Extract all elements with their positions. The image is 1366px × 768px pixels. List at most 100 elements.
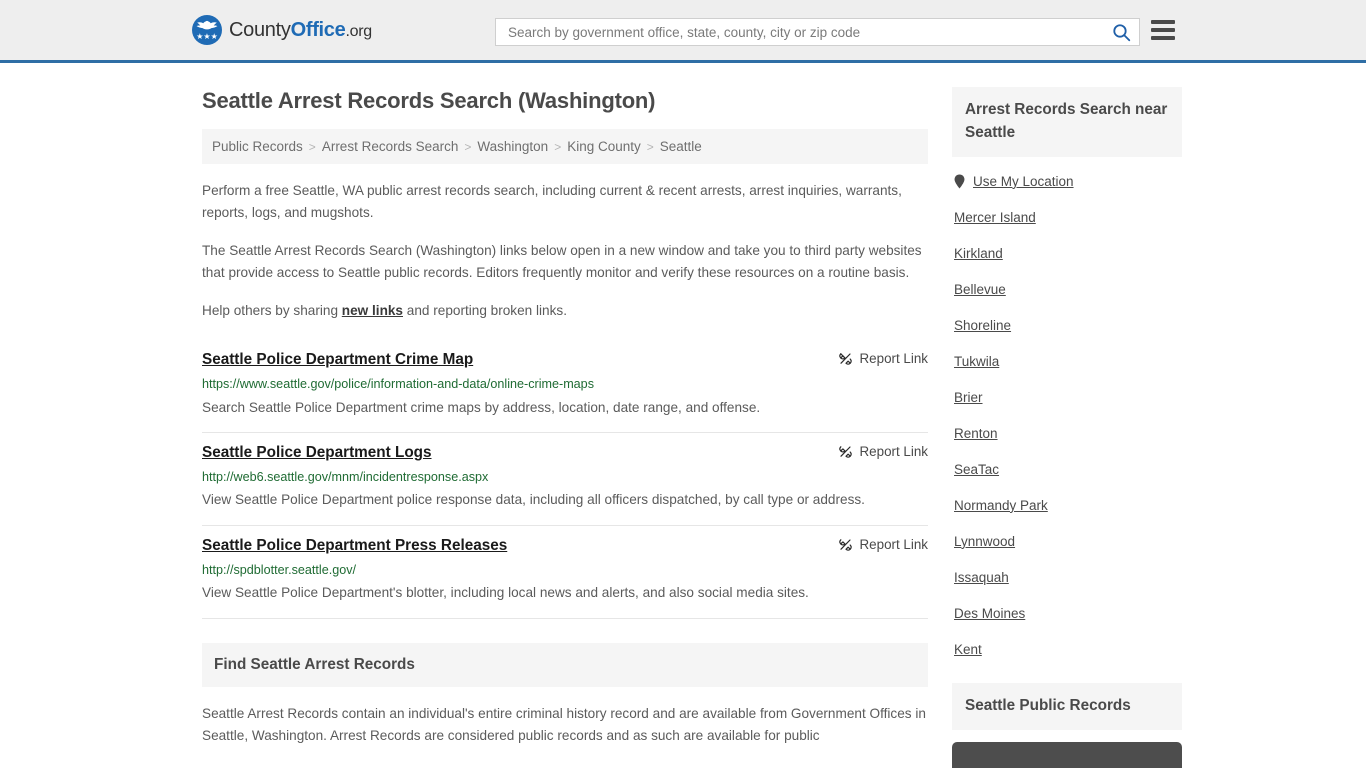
report-link-button[interactable]: Report Link [838, 443, 928, 459]
sidebar-item-renton[interactable]: Renton [954, 415, 1180, 451]
sidebar-city-link[interactable]: Normandy Park [954, 498, 1048, 513]
hamburger-bar-1 [1151, 20, 1175, 24]
sidebar-item-normandy-park[interactable]: Normandy Park [954, 487, 1180, 523]
breadcrumb: Public Records > Arrest Records Search >… [202, 129, 928, 164]
sidebar-item-des-moines[interactable]: Des Moines [954, 595, 1180, 631]
county-office-seal-icon: ★★★ [192, 15, 222, 45]
sidebar-item-bellevue[interactable]: Bellevue [954, 271, 1180, 307]
broken-link-icon [838, 353, 852, 365]
sidebar-item-tukwila[interactable]: Tukwila [954, 343, 1180, 379]
search-bar[interactable] [495, 18, 1140, 46]
report-link-label: Report Link [859, 536, 928, 552]
result-title-link[interactable]: Seattle Police Department Logs [202, 443, 432, 462]
share-text-after: and reporting broken links. [403, 303, 567, 319]
brand-wordmark: CountyOffice.org [229, 19, 372, 42]
report-link-button[interactable]: Report Link [838, 350, 928, 366]
result-item: Seattle Police Department Logs Report Li… [202, 433, 928, 526]
sidebar-city-link[interactable]: Brier [954, 390, 983, 405]
site-logo[interactable]: ★★★ CountyOffice.org [192, 15, 372, 45]
sidebar: Arrest Records Search near Seattle Use M… [952, 63, 1182, 768]
intro-paragraph-3: Help others by sharing new links and rep… [202, 300, 928, 322]
map-pin-icon [954, 174, 965, 189]
result-description: View Seattle Police Department police re… [202, 492, 865, 508]
sidebar-nearby-heading: Arrest Records Search near Seattle [965, 101, 1168, 141]
broken-link-icon [838, 539, 852, 551]
sidebar-item-kirkland[interactable]: Kirkland [954, 235, 1180, 271]
result-title-link[interactable]: Seattle Police Department Press Releases [202, 536, 507, 555]
sidebar-city-link[interactable]: Renton [954, 426, 998, 441]
use-my-location-link[interactable]: Use My Location [973, 174, 1074, 189]
search-icon [1113, 23, 1131, 41]
breadcrumb-item-public-records[interactable]: Public Records [212, 139, 303, 154]
result-header: Seattle Police Department Press Releases… [202, 536, 928, 555]
sidebar-city-link[interactable]: Bellevue [954, 282, 1006, 297]
sidebar-item-lynnwood[interactable]: Lynnwood [954, 523, 1180, 559]
sidebar-city-link[interactable]: Kent [954, 642, 982, 657]
result-title-link[interactable]: Seattle Police Department Crime Map [202, 350, 473, 369]
sidebar-nearby-header: Arrest Records Search near Seattle [952, 87, 1182, 157]
result-url[interactable]: http://spdblotter.seattle.gov/ [202, 562, 928, 578]
sidebar-public-records-button[interactable] [952, 741, 1182, 768]
sidebar-nearby-links: Use My Location Mercer Island Kirkland B… [952, 157, 1182, 667]
find-records-header: Find Seattle Arrest Records [202, 642, 928, 687]
search-button[interactable] [1110, 23, 1133, 42]
broken-link-icon [838, 446, 852, 458]
find-records-paragraph: Seattle Arrest Records contain an indivi… [202, 705, 926, 743]
report-link-label: Report Link [859, 444, 928, 460]
breadcrumb-separator-icon: > [464, 139, 472, 154]
sidebar-item-shoreline[interactable]: Shoreline [954, 307, 1180, 343]
brand-org-text: .org [345, 22, 372, 40]
result-url[interactable]: http://web6.seattle.gov/mnm/incidentresp… [202, 469, 928, 485]
sidebar-city-link[interactable]: Des Moines [954, 606, 1025, 621]
result-description: Search Seattle Police Department crime m… [202, 399, 761, 415]
result-url[interactable]: https://www.seattle.gov/police/informati… [202, 376, 928, 392]
breadcrumb-item-king-county[interactable]: King County [567, 139, 641, 154]
new-links-link[interactable]: new links [342, 303, 403, 318]
breadcrumb-separator-icon: > [308, 139, 316, 154]
breadcrumb-separator-icon: > [554, 139, 562, 154]
sidebar-city-link[interactable]: Mercer Island [954, 210, 1036, 225]
sidebar-item-kent[interactable]: Kent [954, 631, 1180, 667]
intro-section: Perform a free Seattle, WA public arrest… [202, 180, 928, 322]
sidebar-city-link[interactable]: Tukwila [954, 354, 999, 369]
sidebar-city-link[interactable]: Kirkland [954, 246, 1003, 261]
seal-stars-icon: ★★★ [196, 32, 218, 41]
sidebar-item-seatac[interactable]: SeaTac [954, 451, 1180, 487]
site-header: ★★★ CountyOffice.org [0, 0, 1366, 63]
sidebar-item-brier[interactable]: Brier [954, 379, 1180, 415]
brand-office-text: Office [290, 18, 346, 41]
sidebar-city-link[interactable]: Issaquah [954, 570, 1009, 585]
content-container: Seattle Arrest Records Search (Washingto… [188, 63, 1182, 768]
hamburger-menu-icon[interactable] [1151, 20, 1175, 40]
find-records-heading: Find Seattle Arrest Records [214, 655, 415, 673]
sidebar-item-issaquah[interactable]: Issaquah [954, 559, 1180, 595]
intro-paragraph-2: The Seattle Arrest Records Search (Washi… [202, 243, 922, 281]
sidebar-public-records-header: Seattle Public Records [952, 682, 1182, 730]
intro-paragraph-1: Perform a free Seattle, WA public arrest… [202, 183, 902, 221]
hamburger-bar-3 [1151, 36, 1175, 40]
sidebar-city-link[interactable]: Shoreline [954, 318, 1011, 333]
results-list: Seattle Police Department Crime Map Repo… [202, 340, 928, 619]
brand-county-text: County [229, 18, 291, 41]
sidebar-city-link[interactable]: SeaTac [954, 462, 999, 477]
report-link-button[interactable]: Report Link [838, 536, 928, 552]
breadcrumb-item-washington[interactable]: Washington [477, 139, 548, 154]
main-column: Seattle Arrest Records Search (Washingto… [202, 63, 928, 747]
report-link-label: Report Link [859, 351, 928, 367]
sidebar-public-records-heading: Seattle Public Records [965, 696, 1131, 714]
sidebar-city-link[interactable]: Lynnwood [954, 534, 1015, 549]
share-text-before: Help others by sharing [202, 303, 342, 319]
sidebar-item-mercer-island[interactable]: Mercer Island [954, 199, 1180, 235]
breadcrumb-item-seattle[interactable]: Seattle [660, 139, 702, 154]
result-item: Seattle Police Department Crime Map Repo… [202, 340, 928, 434]
breadcrumb-item-arrest-records-search[interactable]: Arrest Records Search [322, 139, 459, 154]
page-body: Seattle Arrest Records Search (Washingto… [0, 63, 1366, 768]
result-header: Seattle Police Department Crime Map Repo… [202, 350, 928, 369]
find-records-body: Seattle Arrest Records contain an indivi… [202, 703, 928, 747]
breadcrumb-separator-icon: > [646, 139, 654, 154]
result-header: Seattle Police Department Logs Report Li… [202, 443, 928, 462]
hamburger-bar-2 [1151, 28, 1175, 32]
result-item: Seattle Police Department Press Releases… [202, 526, 928, 619]
search-input[interactable] [506, 19, 1110, 45]
sidebar-item-use-my-location[interactable]: Use My Location [954, 163, 1180, 199]
